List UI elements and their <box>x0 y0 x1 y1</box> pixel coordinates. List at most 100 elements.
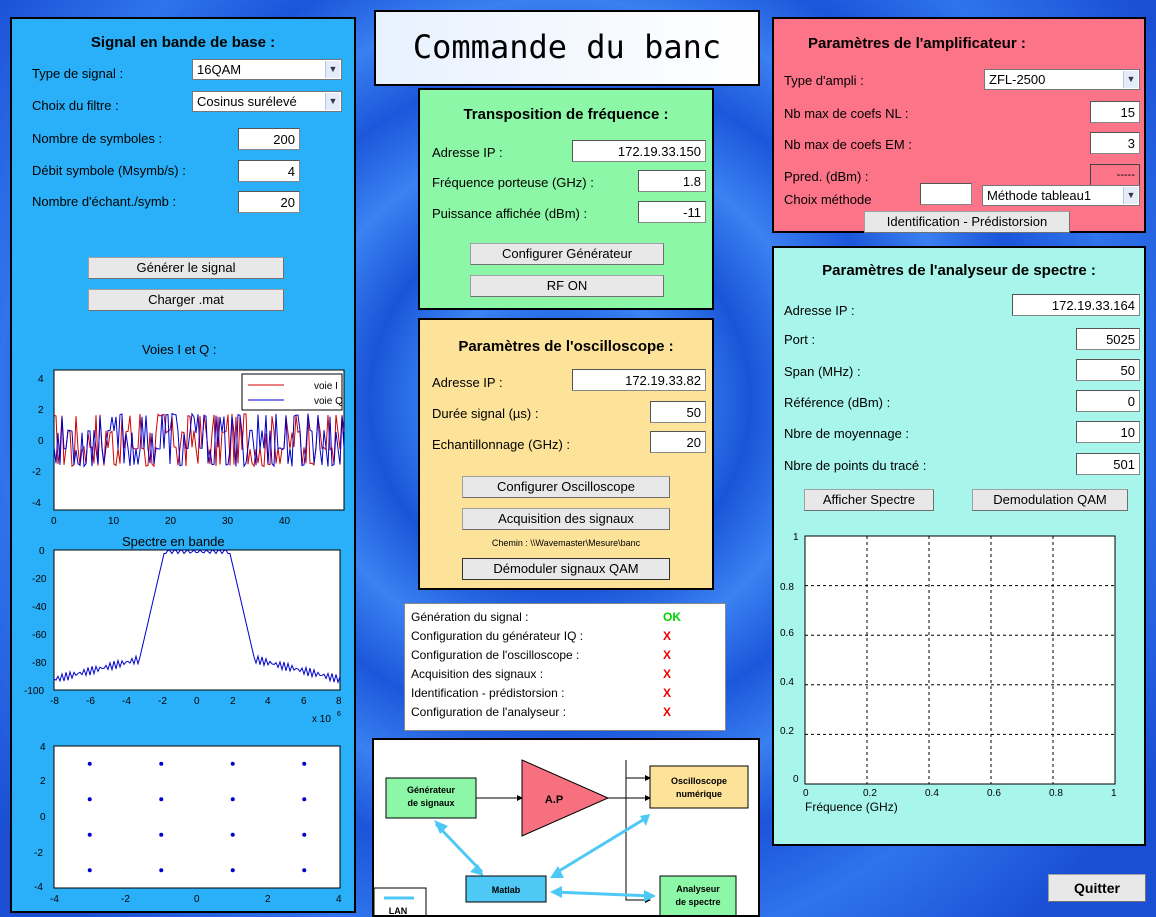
iq-ytick: 4 <box>38 374 44 385</box>
page-title: Commande du banc <box>412 28 722 66</box>
amplifier-panel: Paramètres de l'amplificateur : Type d'a… <box>772 17 1146 233</box>
span-input[interactable]: 50 <box>1076 359 1140 381</box>
chevron-down-icon[interactable]: ▼ <box>1123 187 1138 204</box>
osc-ip-input[interactable]: 172.19.33.82 <box>572 369 706 391</box>
status-row: Configuration de l'analyseur : X <box>411 705 711 723</box>
symbol-rate-input[interactable]: 4 <box>238 160 300 182</box>
method-value: Méthode tableau1 <box>987 188 1092 203</box>
quit-button[interactable]: Quitter <box>1048 874 1146 902</box>
em-coefs-input[interactable]: 3 <box>1090 132 1140 154</box>
gen-label: Générateur <box>407 785 456 795</box>
symbol-rate-label: Débit symbole (Msymb/s) : <box>32 163 186 178</box>
sampling-input[interactable]: 20 <box>650 431 706 453</box>
constellation-point <box>87 868 92 873</box>
samples-per-symbol-input[interactable]: 20 <box>238 191 300 213</box>
analyser-block <box>659 875 737 915</box>
configure-generator-button[interactable]: Configurer Générateur <box>470 243 664 265</box>
spectrum-plot: 0 -20 -40 -60 -80 -100 -8 -6 -4 -2 0 2 4… <box>24 546 342 725</box>
signal-type-select[interactable]: 16QAM ▼ <box>192 59 342 80</box>
spec-ytick: -20 <box>32 574 47 585</box>
gen-label-2: de signaux <box>407 798 454 808</box>
ap-label: A.P <box>545 794 563 806</box>
iq-xtick: 0 <box>51 516 57 527</box>
method-select[interactable]: Méthode tableau1 ▼ <box>982 185 1140 206</box>
samples-per-symbol-label: Nombre d'échant./symb : <box>32 194 177 209</box>
status-value: X <box>663 648 672 662</box>
configure-oscilloscope-button[interactable]: Configurer Oscilloscope <box>462 476 670 498</box>
transpo-ip-input[interactable]: 172.19.33.150 <box>572 140 706 162</box>
signal-type-label: Type de signal : <box>32 66 124 81</box>
constellation-point <box>230 761 235 766</box>
method-input[interactable] <box>920 183 972 205</box>
iq-plot-title: Voies I et Q : <box>142 342 217 357</box>
legend-voie-q: voie Q <box>314 396 343 407</box>
spec-ytick: -60 <box>32 630 47 641</box>
nsym-input[interactable]: 200 <box>238 128 300 150</box>
analyser-plot: 1 0.8 0.6 0.4 0.2 0 0 0.2 0.4 0.6 0.8 1 … <box>780 532 1117 814</box>
chevron-down-icon[interactable]: ▼ <box>1123 71 1138 88</box>
demodulate-qam-button[interactable]: Démoduler signaux QAM <box>462 558 670 580</box>
generate-signal-button[interactable]: Générer le signal <box>88 257 284 279</box>
an-xtick: 1 <box>1111 788 1117 799</box>
show-spectrum-button[interactable]: Afficher Spectre <box>804 489 934 511</box>
analyser-title: Paramètres de l'analyseur de spectre : <box>822 262 1096 279</box>
status-row: Configuration de l'oscilloscope : X <box>411 648 711 666</box>
carrier-freq-label: Fréquence porteuse (GHz) : <box>432 175 594 190</box>
filter-select[interactable]: Cosinus surélevé ▼ <box>192 91 342 112</box>
const-xtick: 0 <box>194 894 200 905</box>
load-mat-button[interactable]: Charger .mat <box>88 289 284 311</box>
oscilloscope-panel: Paramètres de l'oscilloscope : Adresse I… <box>418 318 714 590</box>
carrier-freq-input[interactable]: 1.8 <box>638 170 706 192</box>
an-ytick: 0.2 <box>780 726 794 737</box>
spec-xtick: -6 <box>86 696 95 707</box>
status-label: Configuration du générateur IQ : <box>411 629 584 643</box>
an-xtick: 0.8 <box>1049 788 1063 799</box>
acquire-signals-button[interactable]: Acquisition des signaux <box>462 508 670 530</box>
oscilloscope-title: Paramètres de l'oscilloscope : <box>458 338 674 355</box>
status-label: Configuration de l'oscilloscope : <box>411 648 580 662</box>
status-value: X <box>663 667 672 681</box>
an-ytick: 1 <box>793 532 799 543</box>
signal-type-value: 16QAM <box>197 62 242 77</box>
constellation-point <box>159 832 164 837</box>
lan-label: LAN <box>389 906 408 916</box>
constellation-point <box>159 797 164 802</box>
identification-predistortion-button[interactable]: Identification - Prédistorsion <box>864 211 1070 233</box>
chevron-down-icon[interactable]: ▼ <box>325 61 340 78</box>
rf-on-button[interactable]: RF ON <box>470 275 664 297</box>
status-row: Identification - prédistorsion : X <box>411 686 711 704</box>
spec-xtick: -8 <box>50 696 59 707</box>
trace-points-label: Nbre de points du tracé : <box>784 458 927 473</box>
iq-xtick: 40 <box>279 516 291 527</box>
reference-input[interactable]: 0 <box>1076 390 1140 412</box>
ampli-type-select[interactable]: ZFL-2500 ▼ <box>984 69 1140 90</box>
power-input[interactable]: -11 <box>638 201 706 223</box>
status-row: Configuration du générateur IQ : X <box>411 629 711 647</box>
spec-xtick: -2 <box>158 696 167 707</box>
chevron-down-icon[interactable]: ▼ <box>325 93 340 110</box>
status-row: Acquisition des signaux : X <box>411 667 711 685</box>
spec-xtick: 8 <box>336 696 342 707</box>
trace-points-input[interactable]: 501 <box>1076 453 1140 475</box>
qam-demodulation-button[interactable]: Demodulation QAM <box>972 489 1128 511</box>
ampli-type-value: ZFL-2500 <box>989 72 1046 87</box>
signal-duration-input[interactable]: 50 <box>650 401 706 423</box>
ppred-output: ----- <box>1090 164 1140 186</box>
const-xtick: -2 <box>121 894 130 905</box>
an-ytick: 0.8 <box>780 582 794 593</box>
sampling-label: Echantillonnage (GHz) : <box>432 437 571 452</box>
constellation-point <box>230 868 235 873</box>
port-input[interactable]: 5025 <box>1076 328 1140 350</box>
status-label: Configuration de l'analyseur : <box>411 705 567 719</box>
averaging-input[interactable]: 10 <box>1076 421 1140 443</box>
const-ytick: 0 <box>40 812 46 823</box>
method-label: Choix méthode <box>784 192 872 207</box>
spec-xtick: 2 <box>230 696 236 707</box>
spec-ytick: -100 <box>24 686 44 697</box>
analyser-ip-input[interactable]: 172.19.33.164 <box>1012 294 1140 316</box>
spec-ytick: -80 <box>32 658 47 669</box>
transpo-ip-label: Adresse IP : <box>432 145 503 160</box>
spec-xtick: 4 <box>265 696 271 707</box>
nl-coefs-input[interactable]: 15 <box>1090 101 1140 123</box>
analyser-block-label: Analyseur <box>676 884 720 894</box>
